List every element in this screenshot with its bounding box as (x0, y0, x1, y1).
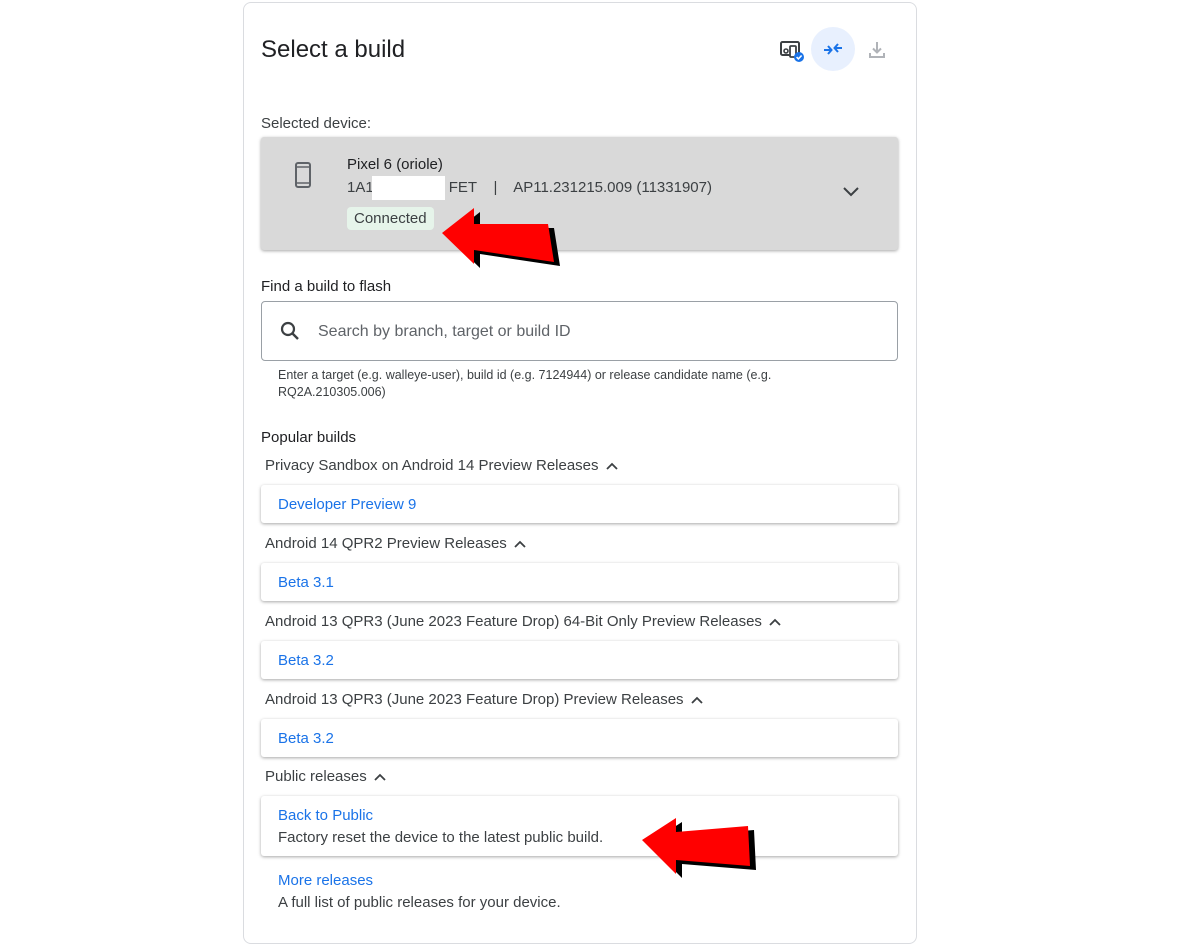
chevron-down-icon[interactable] (841, 185, 861, 204)
chevron-up-icon (605, 462, 618, 470)
build-name[interactable]: Beta 3.1 (278, 574, 334, 591)
selected-device-label: Selected device: (261, 115, 372, 132)
device-name: Pixel 6 (oriole) (347, 156, 443, 173)
build-name[interactable]: Developer Preview 9 (278, 496, 416, 513)
build-card[interactable]: Beta 3.2 (261, 641, 898, 679)
chevron-up-icon (514, 540, 526, 548)
group-title[interactable]: Android 14 QPR2 Preview Releases (265, 535, 527, 552)
serial-separator: | (493, 179, 498, 196)
group-title[interactable]: Privacy Sandbox on Android 14 Preview Re… (265, 457, 619, 474)
search-hint: Enter a target (e.g. walleye-user), buil… (278, 368, 772, 399)
search-input[interactable] (316, 319, 880, 345)
device-settings-icon[interactable] (770, 28, 814, 72)
serial-prefix: 1A1 (347, 179, 374, 196)
popular-builds-label: Popular builds (261, 429, 357, 446)
build-name[interactable]: Beta 3.2 (278, 652, 334, 669)
serial-suffix: FET (448, 179, 477, 196)
download-icon[interactable] (855, 28, 899, 72)
serial-redaction (372, 176, 445, 200)
group-title-text: Android 13 QPR3 (June 2023 Feature Drop)… (265, 691, 684, 708)
status-badge: Connected (347, 207, 434, 230)
find-build-label: Find a build to flash (261, 278, 392, 295)
group-title[interactable]: Android 13 QPR3 (June 2023 Feature Drop)… (265, 613, 782, 630)
build-card[interactable]: Beta 3.2 (261, 719, 898, 757)
collapse-icon[interactable] (811, 27, 855, 71)
build-description: Factory reset the device to the latest p… (278, 829, 604, 846)
build-card[interactable]: Beta 3.1 (261, 563, 898, 601)
device-build: AP11.231215.009 (11331907) (513, 179, 712, 196)
chevron-up-icon (769, 618, 781, 626)
search-icon (280, 321, 300, 346)
build-name[interactable]: Back to Public (278, 807, 373, 824)
group-title[interactable]: Android 13 QPR3 (June 2023 Feature Drop)… (265, 691, 704, 708)
device-card[interactable]: Pixel 6 (oriole) 1A1 FET | AP11.231215.0… (261, 137, 898, 250)
annotation-arrow (642, 818, 756, 878)
more-releases-description: A full list of public releases for your … (278, 894, 561, 911)
annotation-arrow (442, 208, 560, 268)
build-name[interactable]: Beta 3.2 (278, 730, 334, 747)
group-title-text: Android 13 QPR3 (June 2023 Feature Drop)… (265, 613, 762, 630)
search-field[interactable] (261, 301, 898, 361)
build-card[interactable]: Developer Preview 9 (261, 485, 898, 523)
chevron-up-icon (374, 773, 386, 781)
group-title[interactable]: Public releases (265, 768, 387, 785)
phone-icon (294, 162, 312, 193)
group-title-text: Android 14 QPR2 Preview Releases (265, 535, 507, 552)
chevron-up-icon (690, 696, 703, 704)
page-title: Select a build (261, 36, 406, 63)
group-title-text: Privacy Sandbox on Android 14 Preview Re… (265, 457, 599, 474)
group-title-text: Public releases (265, 768, 367, 785)
more-releases-link[interactable]: More releases (278, 872, 373, 889)
back-to-public-card[interactable]: Back to Public Factory reset the device … (261, 796, 898, 856)
